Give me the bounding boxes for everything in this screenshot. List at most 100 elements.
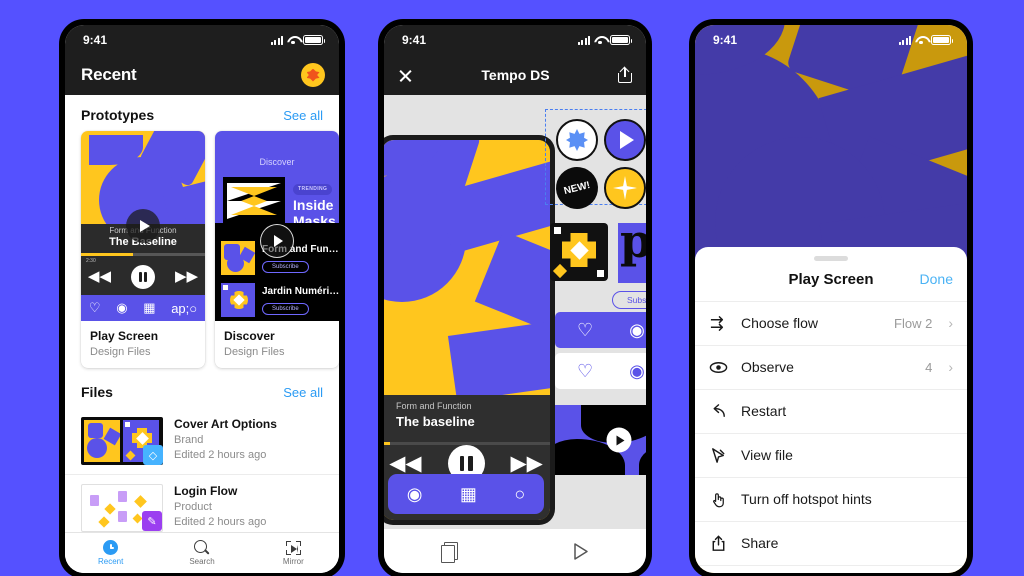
battery-icon (610, 35, 633, 45)
status-indicators (270, 35, 326, 45)
menu-item-label: Turn off hotspot hints (741, 491, 872, 507)
status-indicators (898, 35, 954, 45)
file-team: Brand (174, 434, 204, 446)
play-icon[interactable] (572, 542, 589, 561)
rewind-icon[interactable]: ◀◀ (88, 269, 111, 284)
menu-item-value: 4 (925, 359, 933, 375)
mini-player-progress[interactable] (81, 253, 205, 256)
menu-item-exit-prototype[interactable]: Exit prototype (695, 564, 967, 574)
menu-item-observe[interactable]: Observe 4 › (695, 344, 967, 389)
typography-sample: po (620, 223, 646, 268)
files-see-all[interactable]: See all (283, 385, 323, 400)
sheet-title: Play Screen (788, 270, 874, 288)
menu-item-label: Restart (741, 403, 787, 419)
menu-item-view-file[interactable]: View file (695, 432, 967, 477)
left-content: Prototypes See all Form Function The Bas… (65, 95, 339, 573)
play-overlay-button[interactable] (126, 209, 160, 243)
share-icon[interactable] (617, 66, 632, 83)
share-icon (709, 534, 728, 553)
file-thumbnail: ✎ (81, 484, 163, 532)
video-thumbnail[interactable] (555, 405, 646, 475)
sparkle-icon (613, 176, 637, 200)
play-badge[interactable] (604, 119, 646, 161)
device-track-info: Form and Function The baseline (384, 395, 550, 442)
tab-recent[interactable]: Recent (65, 533, 156, 573)
list-item[interactable]: Jardin Numéri… Subscribe (215, 279, 339, 321)
forward-icon[interactable]: ▶▶ (511, 451, 543, 476)
typography-swatch[interactable]: po (618, 223, 646, 283)
menu-item-choose-flow[interactable]: Choose flow Flow 2 › (695, 300, 967, 345)
list-item-thumb (221, 283, 255, 317)
figma-design-icon: ◇ (143, 445, 163, 465)
eye-icon[interactable]: ◉ (629, 361, 645, 382)
heart-icon[interactable]: ♡ (89, 300, 101, 316)
track-title: The baseline (396, 414, 475, 429)
middle-nav-bar: Tempo DS (384, 55, 646, 95)
eye-icon[interactable]: ◉ (629, 320, 645, 341)
files-icon[interactable] (441, 541, 459, 563)
cellular-icon (270, 35, 283, 45)
avatar[interactable] (301, 63, 325, 87)
grid-icon[interactable]: ▦ (143, 300, 155, 316)
prototype-card-play-screen[interactable]: Form and Function The Baseline 2:30 ◀◀ ▶… (81, 131, 205, 368)
menu-item-value: Flow 2 (894, 315, 933, 331)
sparkle-badge[interactable] (604, 167, 646, 209)
tab-search[interactable]: Search (156, 533, 247, 573)
toolbar-component-filled[interactable]: ♡ ◉ (555, 312, 646, 348)
chevron-right-icon: › (948, 315, 953, 331)
eye-icon[interactable]: ◉ (116, 300, 127, 316)
menu-item-share[interactable]: Share (695, 520, 967, 565)
forward-icon[interactable]: ▶▶ (175, 269, 198, 284)
grid-icon[interactable]: ▦ (460, 484, 477, 505)
prototype-meta: Play Screen Design Files (81, 321, 205, 368)
subscribe-button[interactable]: Subscribe (262, 302, 309, 315)
file-team: Product (174, 501, 212, 513)
menu-item-hotspot-hints[interactable]: Turn off hotspot hints (695, 476, 967, 521)
screenshot-canvas: 9:41 Recent Prototypes See all Form Func… (0, 0, 1024, 576)
status-bar-left: 9:41 (65, 25, 339, 55)
status-time: 9:41 (713, 33, 738, 47)
heart-icon[interactable]: ♡ (577, 320, 593, 341)
star-badge[interactable] (556, 119, 598, 161)
play-overlay-button[interactable] (260, 224, 294, 259)
subscribe-component[interactable]: Subscribe (612, 291, 646, 309)
rewind-icon[interactable]: ◀◀ (389, 451, 421, 476)
middle-bottom-bar (384, 529, 646, 573)
artist-label: Form and Function (396, 401, 472, 411)
file-info: Cover Art Options Brand Edited 2 hours a… (174, 417, 277, 461)
menu-item-restart[interactable]: Restart (695, 388, 967, 433)
wifi-icon (287, 36, 299, 45)
spiral-icon[interactable]: ар;○ (171, 301, 197, 316)
status-bar-right: 9:41 (695, 25, 967, 55)
new-badge-label: NEW! (562, 179, 592, 197)
tab-label: Search (189, 557, 215, 566)
pause-button[interactable] (131, 264, 155, 289)
file-name: Cover Art Options (174, 417, 277, 431)
menu-item-label: Observe (741, 359, 794, 375)
subscribe-button[interactable]: Subscribe (262, 260, 309, 273)
file-row[interactable]: ◇ Cover Art Options Brand Edited 2 hours… (65, 408, 339, 475)
spiral-icon[interactable]: ○ (514, 484, 525, 505)
page-title: Recent (81, 65, 137, 84)
prototypes-see-all[interactable]: See all (283, 108, 323, 123)
status-indicators (577, 35, 633, 45)
close-icon[interactable] (398, 68, 413, 83)
canvas[interactable]: Form and Function The baseline ◀◀ ▶▶ ◉ ▦ (384, 95, 646, 529)
file-edited: Edited 2 hours ago (174, 449, 267, 461)
play-overlay-button[interactable] (606, 427, 632, 453)
list-item-thumb (221, 241, 255, 275)
phone-right: 9:41 Play Screen Done Choose flow Flow 2… (692, 22, 970, 576)
done-button[interactable]: Done (920, 271, 953, 287)
restart-icon (709, 402, 728, 421)
pattern-swatch[interactable] (550, 223, 608, 281)
artwork-abstract (384, 140, 550, 395)
toolbar-component-light[interactable]: ♡ ◉ (555, 353, 646, 389)
prototype-card-discover[interactable]: Discover TRENDING Inside Masks Form and … (215, 131, 339, 368)
prototype-thumb: Form and Function The Baseline 2:30 ◀◀ ▶… (81, 131, 205, 321)
tab-mirror[interactable]: Mirror (248, 533, 339, 573)
heart-icon[interactable]: ♡ (577, 361, 593, 382)
mirror-icon (285, 540, 301, 555)
play-icon (616, 435, 624, 445)
eye-icon[interactable]: ◉ (407, 484, 423, 505)
clock-icon (103, 540, 119, 555)
